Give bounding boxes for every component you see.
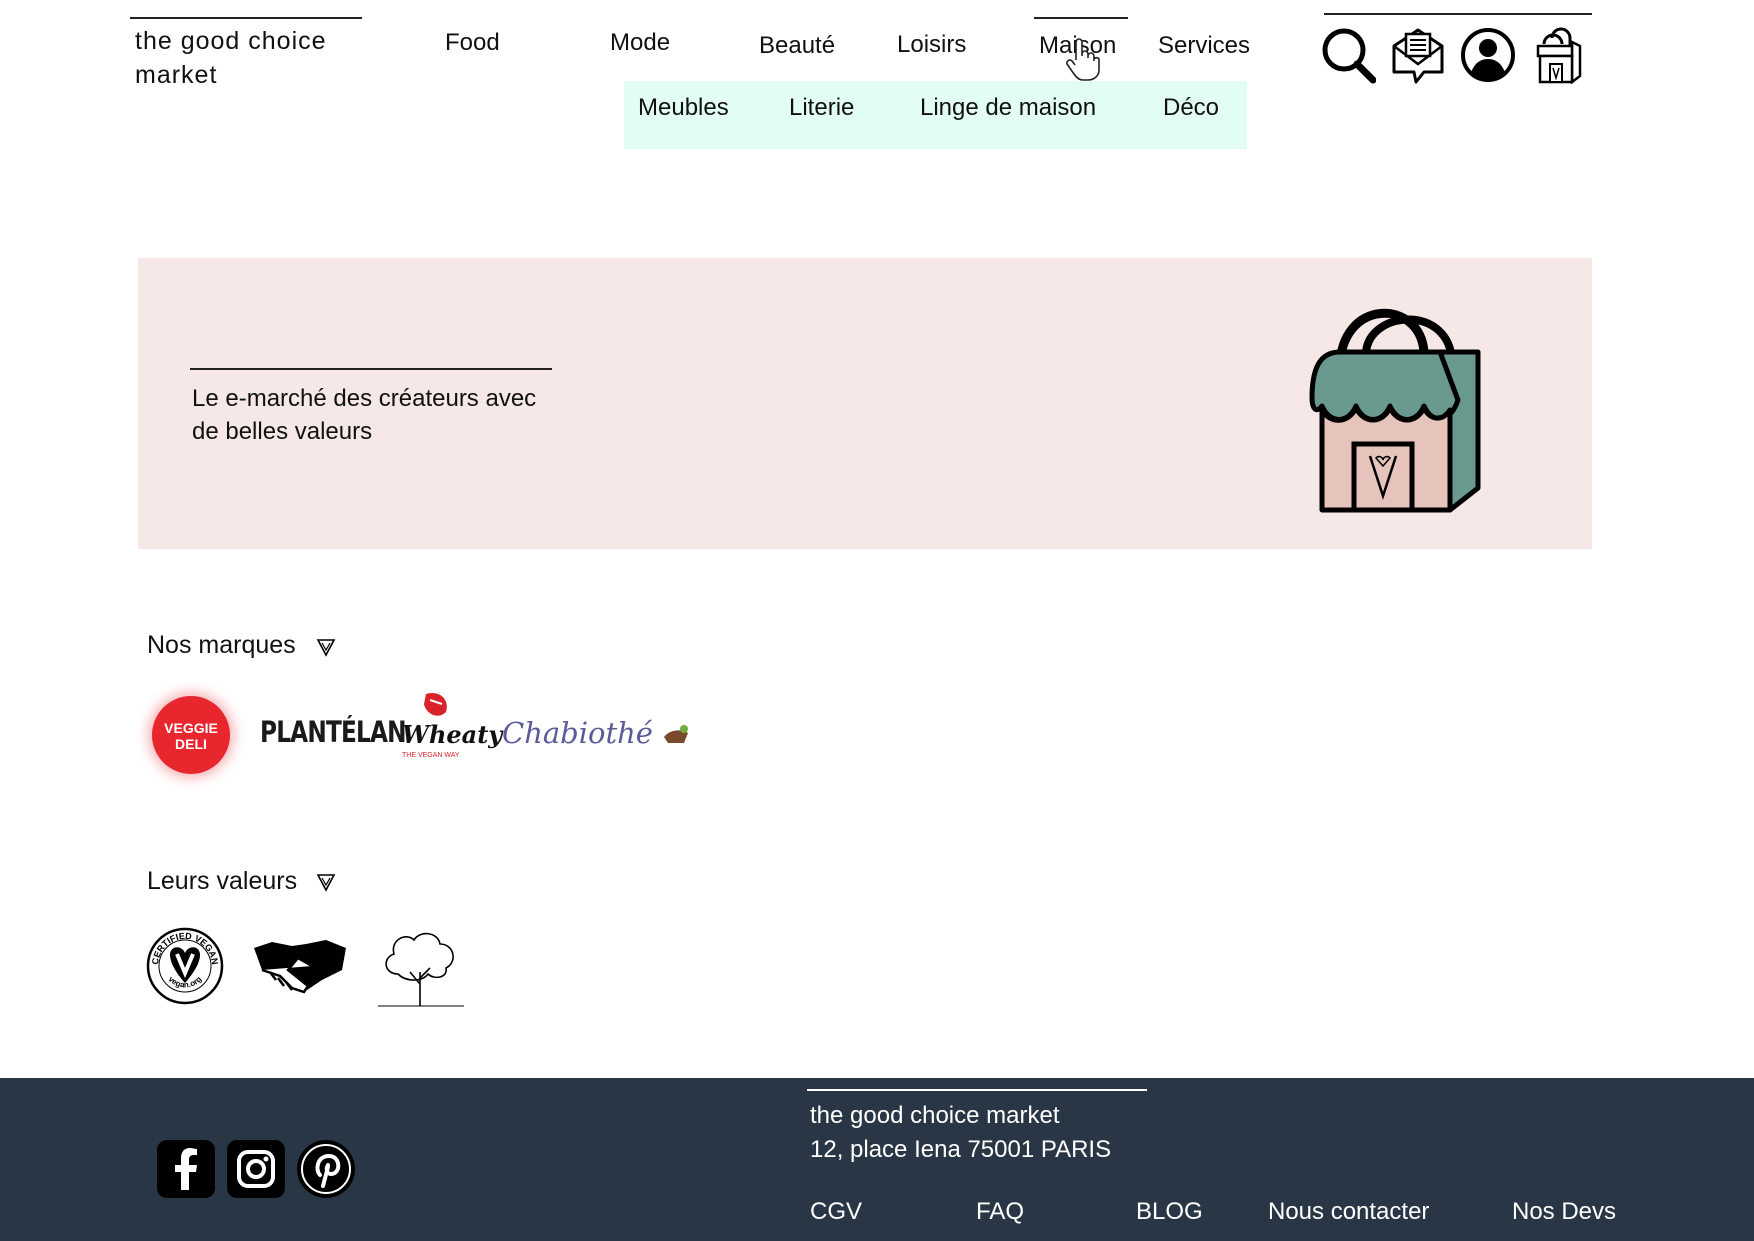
nav-mode[interactable]: Mode [610,29,670,57]
submenu-linge-de-maison[interactable]: Linge de maison [920,94,1096,122]
facebook-icon[interactable] [157,1140,215,1198]
footer-company-name: the good choice market [810,1102,1060,1129]
footer-rule [807,1089,1147,1091]
tagline-line-2: de belles valeurs [192,418,373,445]
footer-link-cgv[interactable]: CGV [810,1198,862,1226]
veggie-deli-logo[interactable]: VEGGIE DELI [152,696,230,774]
footer-link-faq[interactable]: FAQ [976,1198,1024,1226]
nav-loisirs[interactable]: Loisirs [897,31,966,59]
wheaty-logo[interactable]: Wheaty THE VEGAN WAY [400,690,502,764]
chabiothe-wordmark: Chabiothé [502,716,653,750]
tree-icon [378,932,464,1007]
wheaty-wordmark: Wheaty [402,720,503,749]
pinterest-glyph [301,1144,351,1194]
account-icon[interactable] [1460,26,1516,84]
icons-rule [1324,13,1592,15]
certified-vegan-icon: CERTIFIED VEGAN vegan.org [146,927,224,1005]
message-icon[interactable] [1390,26,1446,84]
shop-bag-icon[interactable] [1530,26,1586,84]
hand-cursor-icon [1066,38,1100,81]
veggie-deli-line-2: DELI [175,736,207,752]
active-nav-indicator [1034,17,1128,19]
triangle-down-icon [316,639,336,657]
submenu-literie[interactable]: Literie [789,94,854,122]
veggie-deli-line-1: VEGGIE [164,720,218,736]
search-icon[interactable] [1320,26,1376,84]
tagline-line-1: Le e-marché des créateurs avec [192,385,537,412]
triangle-down-icon [316,874,336,892]
tagline-rule [190,368,552,370]
teapot-icon [664,725,689,743]
shop-bag-illustration [1309,308,1481,513]
footer-address: 12, place Iena 75001 PARIS [810,1136,1112,1163]
submenu-meubles[interactable]: Meubles [638,94,729,122]
wheaty-tagline: THE VEGAN WAY [402,752,460,759]
footer-link-contact[interactable]: Nous contacter [1268,1198,1429,1226]
site-logo[interactable]: the good choice market [135,24,375,92]
footer-link-devs[interactable]: Nos Devs [1512,1198,1616,1226]
pinterest-icon[interactable] [297,1140,355,1198]
nav-services[interactable]: Services [1158,32,1250,60]
logo-line-1: the good choice [135,27,327,55]
plantelan-logo[interactable]: PLANTÉLAN [260,715,407,749]
footer-link-blog[interactable]: BLOG [1136,1198,1203,1226]
hero-tagline: Le e-marché des créateurs avec de belles… [192,382,612,448]
logo-line-2: market [135,61,218,89]
values-title: Leurs valeurs [147,867,298,895]
instagram-glyph [237,1150,275,1188]
instagram-icon[interactable] [227,1140,285,1198]
nav-food[interactable]: Food [445,29,500,57]
brands-title: Nos marques [147,631,296,659]
handshake-icon [254,940,346,994]
logo-rule [130,17,362,19]
facebook-glyph [175,1148,197,1190]
nav-beaute[interactable]: Beauté [759,32,835,60]
wheaty-leaf-icon [424,692,447,716]
chabiothe-logo[interactable]: Chabiothé [502,716,692,750]
submenu-deco[interactable]: Déco [1163,94,1219,122]
